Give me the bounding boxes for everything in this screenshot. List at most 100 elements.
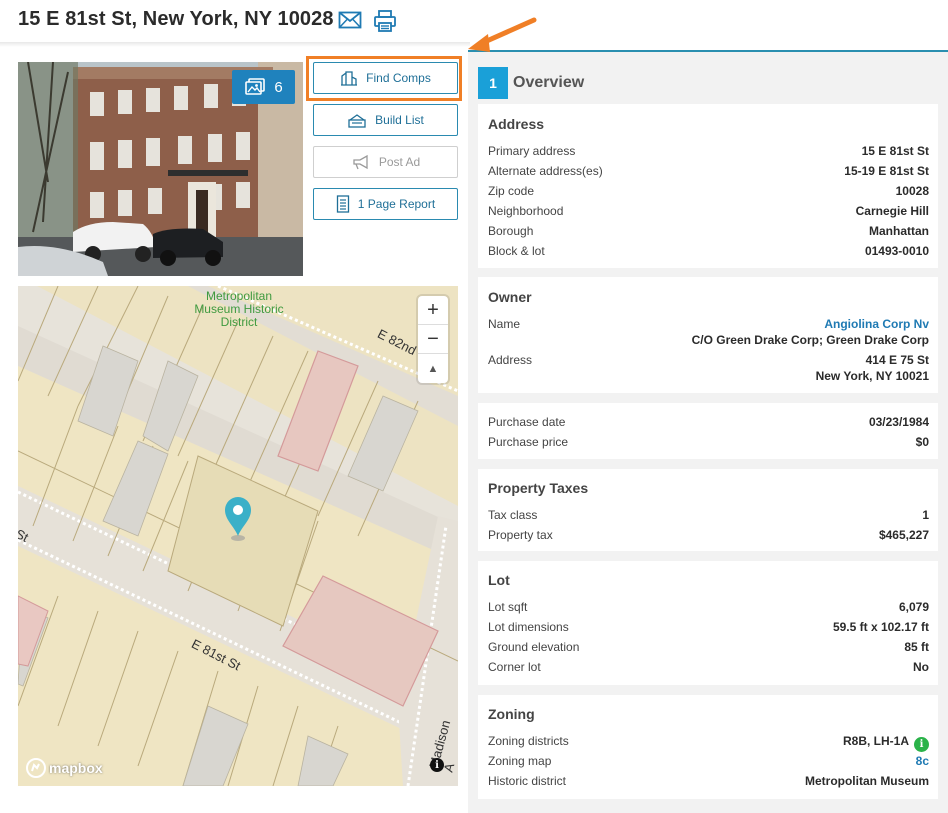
owner-card: Owner Name Angiolina Corp Nv C/O Green Dr… xyxy=(478,277,938,393)
photo-count: 6 xyxy=(274,78,283,96)
overview-header: 1 Overview xyxy=(478,67,584,99)
header-divider xyxy=(0,42,470,47)
address-card-title: Address xyxy=(488,116,545,132)
property-taxes-title: Property Taxes xyxy=(488,480,589,496)
property-map[interactable]: Metropolitan Museum Historic District E … xyxy=(18,286,458,786)
district-label-line: District xyxy=(220,315,258,329)
info-row: Zoning districts R8B, LH-1A i xyxy=(488,734,929,754)
info-row: Tax class 1 xyxy=(488,508,929,528)
property-photo[interactable]: 6 xyxy=(18,62,303,276)
envelope-icon[interactable] xyxy=(338,9,364,33)
zoning-card: Zoning Zoning districts R8B, LH-1A i Zoni… xyxy=(478,695,938,799)
row-value: 03/23/1984 xyxy=(868,415,929,429)
row-value-wrap: R8B, LH-1A i xyxy=(843,734,929,752)
info-row: Corner lot No xyxy=(488,660,929,680)
row-label: Zip code xyxy=(488,184,535,198)
post-ad-label: Post Ad xyxy=(378,155,421,169)
info-row: Zip code 10028 xyxy=(488,184,929,204)
row-label: Name xyxy=(488,317,521,331)
row-label: Corner lot xyxy=(488,660,541,674)
map-zoom-controls: + − ▲ xyxy=(418,296,448,383)
row-value: 10028 xyxy=(895,184,929,198)
row-label: Property tax xyxy=(488,528,553,542)
info-row: Historic district Metropolitan Museum xyxy=(488,774,929,794)
row-label: Zoning districts xyxy=(488,734,569,748)
row-value: New York, NY 10021 xyxy=(815,369,929,383)
post-ad-button[interactable]: Post Ad xyxy=(313,146,458,178)
row-value: Metropolitan Museum xyxy=(804,774,929,788)
property-taxes-card: Property Taxes Tax class 1 Property tax $4… xyxy=(478,469,938,551)
row-label: Ground elevation xyxy=(488,640,580,654)
row-label: Block & lot xyxy=(488,244,545,258)
info-row: New York, NY 10021 xyxy=(488,369,929,389)
info-row: Primary address 15 E 81st St xyxy=(488,144,929,164)
page-title: 15 E 81st St, New York, NY 10028 xyxy=(18,8,334,30)
annotation-arrow-icon xyxy=(468,17,537,52)
row-value: Carnegie Hill xyxy=(855,204,929,218)
row-value: 15-19 E 81st St xyxy=(844,164,929,178)
document-icon xyxy=(336,195,349,213)
info-row: Ground elevation 85 ft xyxy=(488,640,929,660)
row-label: Borough xyxy=(488,224,534,238)
mapbox-logo[interactable]: mapbox xyxy=(26,758,103,778)
row-value: 01493-0010 xyxy=(864,244,929,258)
info-row: Lot dimensions 59.5 ft x 102.17 ft xyxy=(488,620,929,640)
row-value: Manhattan xyxy=(869,224,929,238)
row-label: Zoning map xyxy=(488,754,552,768)
row-value: No xyxy=(913,660,929,674)
row-label: Tax class xyxy=(488,508,538,522)
row-label: Purchase date xyxy=(488,415,566,429)
overview-step-badge: 1 xyxy=(478,67,508,99)
row-label: Alternate address(es) xyxy=(488,164,603,178)
info-row: Property tax $465,227 xyxy=(488,528,929,548)
info-row: Purchase price $0 xyxy=(488,435,929,455)
zoom-in-button[interactable]: + xyxy=(418,296,448,325)
zoning-card-title: Zoning xyxy=(488,706,535,722)
info-row: Zoning map 8c xyxy=(488,754,929,774)
lot-card: Lot Lot sqft 6,079 Lot dimensions 59.5 ft … xyxy=(478,561,938,685)
list-house-icon xyxy=(348,114,366,128)
printer-icon[interactable] xyxy=(373,9,399,33)
one-page-report-label: 1 Page Report xyxy=(357,197,436,211)
row-value: $465,227 xyxy=(878,528,929,542)
map-attribution-info-icon[interactable]: i xyxy=(430,758,444,772)
zoning-info-icon[interactable]: i xyxy=(914,737,929,752)
info-row: C/O Green Drake Corp; Green Drake Corp xyxy=(488,333,929,353)
megaphone-icon xyxy=(353,154,368,170)
photo-gallery-button[interactable]: 6 xyxy=(232,70,295,104)
gallery-icon xyxy=(245,78,266,95)
row-label: Neighborhood xyxy=(488,204,564,218)
owner-card-title: Owner xyxy=(488,289,532,305)
map-district-label: Metropolitan Museum Historic District xyxy=(184,290,294,329)
row-value: $0 xyxy=(915,435,929,449)
build-list-button[interactable]: Build List xyxy=(313,104,458,136)
one-page-report-button[interactable]: 1 Page Report xyxy=(313,188,458,220)
compass-button[interactable]: ▲ xyxy=(418,354,448,383)
row-value: 6,079 xyxy=(898,600,929,614)
row-value: 414 E 75 St xyxy=(865,353,929,367)
info-row: Lot sqft 6,079 xyxy=(488,600,929,620)
row-label: Lot dimensions xyxy=(488,620,569,634)
info-row: Neighborhood Carnegie Hill xyxy=(488,204,929,224)
info-row: Block & lot 01493-0010 xyxy=(488,244,929,264)
purchase-card: Purchase date 03/23/1984 Purchase price $0 xyxy=(478,403,938,459)
lot-card-title: Lot xyxy=(488,572,510,588)
zoom-out-button[interactable]: − xyxy=(418,325,448,354)
mapbox-wordmark: mapbox xyxy=(49,760,103,776)
row-label: Historic district xyxy=(488,774,567,788)
row-value: 59.5 ft x 102.17 ft xyxy=(832,620,929,634)
row-value: R8B, LH-1A xyxy=(842,734,909,748)
map-canvas[interactable] xyxy=(18,286,458,786)
row-label: Primary address xyxy=(488,144,576,158)
info-row: Purchase date 03/23/1984 xyxy=(488,415,929,435)
overview-title: Overview xyxy=(513,74,585,91)
mapbox-icon xyxy=(26,758,46,778)
address-card: Address Primary address 15 E 81st St Alte… xyxy=(478,104,938,268)
owner-name-sub: C/O Green Drake Corp; Green Drake Corp xyxy=(691,333,929,347)
row-value: 1 xyxy=(922,508,929,522)
row-label: Purchase price xyxy=(488,435,569,449)
info-row: Alternate address(es) 15-19 E 81st St xyxy=(488,164,929,184)
info-row: Borough Manhattan xyxy=(488,224,929,244)
zoning-map-link[interactable]: 8c xyxy=(916,754,929,768)
owner-name-link[interactable]: Angiolina Corp Nv xyxy=(824,317,929,331)
